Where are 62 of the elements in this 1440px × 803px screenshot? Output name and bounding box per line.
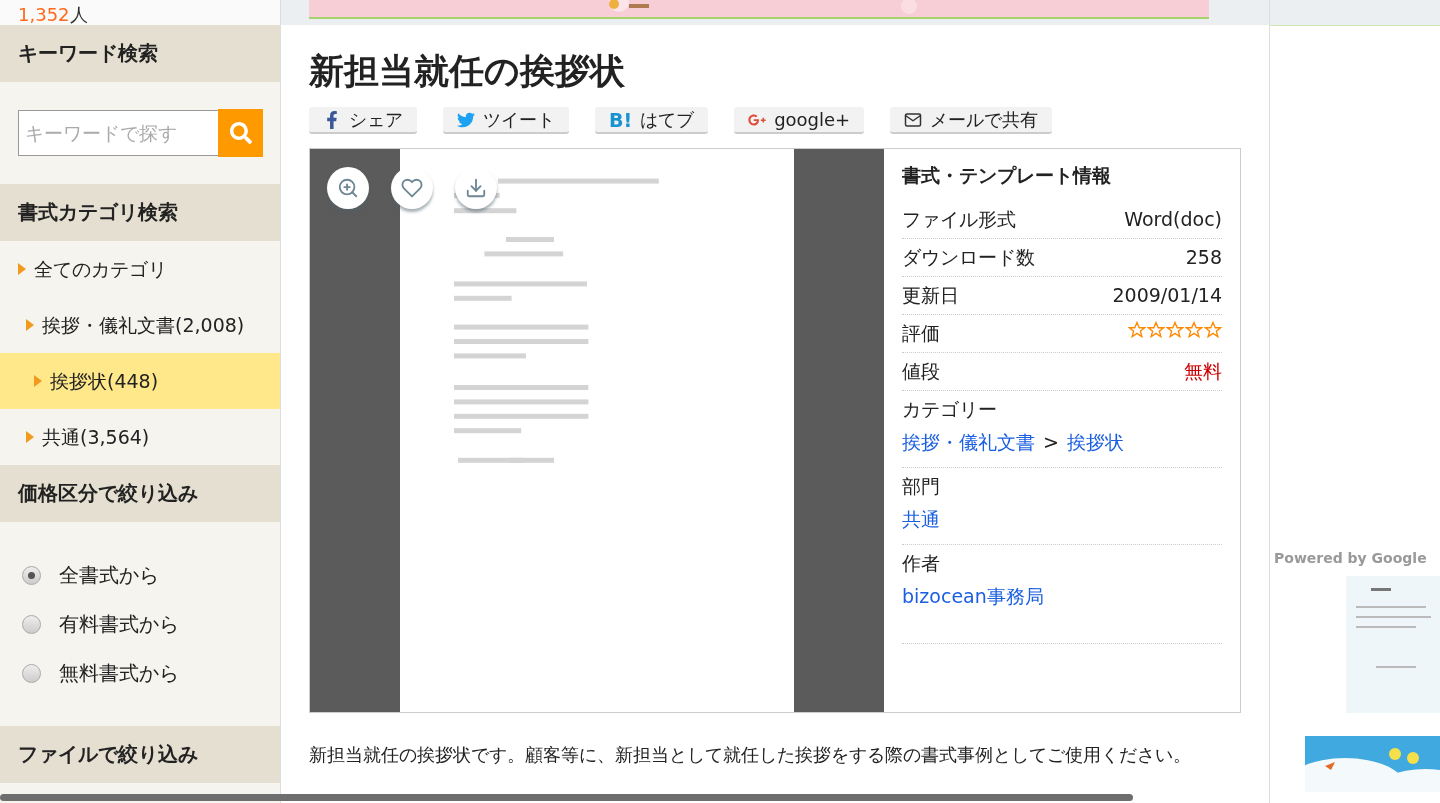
section-heading: 価格区分で絞り込み bbox=[0, 465, 280, 522]
breadcrumb-separator: > bbox=[1043, 430, 1059, 455]
page-title: 新担当就任の挨拶状 bbox=[309, 50, 626, 93]
radio-button[interactable] bbox=[22, 663, 41, 683]
category-item[interactable]: 共通(3,564) bbox=[0, 409, 280, 465]
section-heading: キーワード検索 bbox=[0, 25, 280, 82]
info-link[interactable]: 挨拶・儀礼文書 bbox=[902, 430, 1035, 455]
radio-label: 無料書式から bbox=[59, 659, 179, 687]
favorite-button[interactable] bbox=[391, 167, 433, 209]
info-link[interactable]: bizocean事務局 bbox=[902, 584, 1044, 609]
star-icon bbox=[1147, 321, 1165, 339]
info-label: ダウンロード数 bbox=[902, 245, 1035, 270]
share-button[interactable]: ツイート bbox=[443, 107, 569, 134]
info-label: 作者 bbox=[902, 551, 941, 576]
info-value: Word(doc) bbox=[1124, 207, 1222, 232]
star-icon bbox=[1185, 321, 1203, 339]
info-link[interactable]: 共通 bbox=[902, 507, 940, 532]
triangle-icon bbox=[34, 375, 42, 387]
info-value: 2009/01/14 bbox=[1112, 283, 1222, 308]
zoom-in-button[interactable] bbox=[327, 167, 369, 209]
info-value: 258 bbox=[1185, 245, 1222, 270]
info-link[interactable]: 挨拶状 bbox=[1066, 430, 1124, 455]
info-label: ファイル形式 bbox=[902, 207, 1016, 232]
info-label: 値段 bbox=[902, 359, 940, 384]
bird-icon bbox=[457, 110, 475, 129]
share-button[interactable]: シェア bbox=[309, 107, 417, 134]
member-count: 1,352人 bbox=[0, 0, 280, 25]
radio-button[interactable] bbox=[22, 565, 41, 585]
mail-icon bbox=[904, 110, 923, 129]
hatena-icon: B! bbox=[609, 108, 633, 131]
heart-icon bbox=[401, 177, 423, 199]
section-heading: ファイルで絞り込み bbox=[0, 726, 280, 783]
category-item[interactable]: 挨拶・儀礼文書(2,008) bbox=[0, 297, 280, 353]
category-item[interactable]: 挨拶状(448) bbox=[0, 353, 280, 409]
price-value: 無料 bbox=[1184, 359, 1222, 384]
info-label: 部門 bbox=[902, 474, 941, 499]
star-icon bbox=[1166, 321, 1184, 339]
info-label: カテゴリー bbox=[902, 397, 998, 422]
search-field[interactable]: キーワードで探す bbox=[18, 110, 218, 156]
search-icon bbox=[229, 122, 252, 144]
triangle-icon bbox=[18, 263, 26, 275]
horizontal-scrollbar[interactable] bbox=[0, 794, 1133, 801]
triangle-icon bbox=[26, 431, 34, 443]
radio-label: 有料書式から bbox=[59, 610, 179, 638]
category-item[interactable]: 全てのカテゴリ bbox=[0, 241, 280, 297]
share-button[interactable]: メールで共有 bbox=[890, 107, 1053, 134]
star-icon bbox=[1204, 321, 1222, 339]
triangle-icon bbox=[26, 319, 34, 331]
download-icon bbox=[465, 177, 487, 199]
share-button[interactable]: google+ bbox=[734, 107, 865, 134]
info-label: 更新日 bbox=[902, 283, 959, 308]
info-title: 書式・テンプレート情報 bbox=[902, 163, 1112, 188]
share-button[interactable]: B! はてブ bbox=[595, 107, 709, 134]
powered-by-label: Powered by Google bbox=[1273, 550, 1428, 566]
radio-label: 全書式から bbox=[59, 561, 159, 589]
radio-button[interactable] bbox=[22, 614, 41, 634]
search-button[interactable] bbox=[218, 109, 263, 157]
star-icon bbox=[1128, 321, 1146, 339]
section-heading: 書式カテゴリ検索 bbox=[0, 184, 280, 241]
description: 新担当就任の挨拶状です。顧客等に、新担当として就任した挨拶をする際の書式事例としてご使用ください。 bbox=[309, 743, 1192, 767]
info-label: 評価 bbox=[902, 321, 940, 346]
zoom-in-icon bbox=[337, 177, 359, 199]
